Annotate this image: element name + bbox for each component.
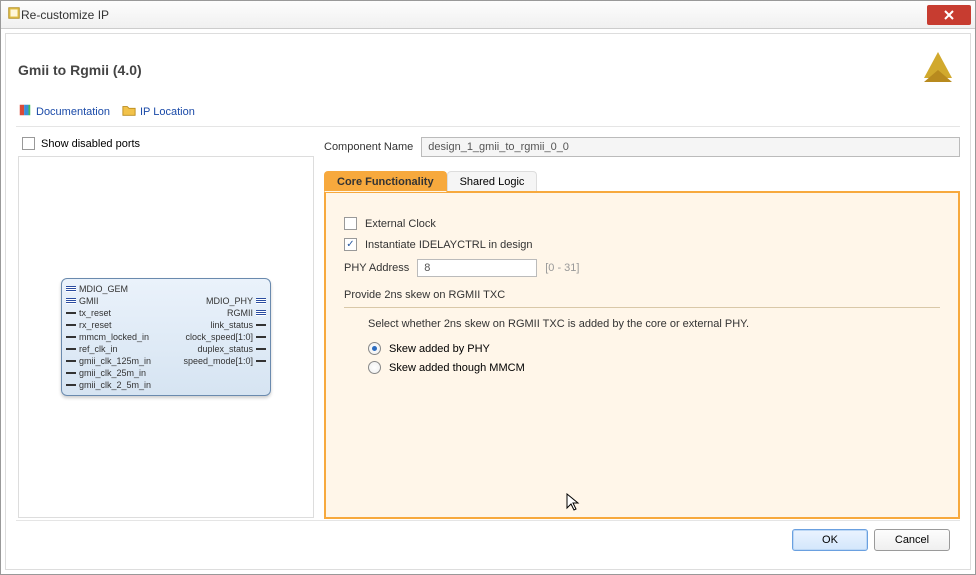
skew-phy-label: Skew added by PHY bbox=[389, 343, 490, 355]
port-left: gmii_clk_2_5m_in bbox=[79, 380, 151, 390]
external-clock-label: External Clock bbox=[365, 218, 436, 230]
skew-description: Select whether 2ns skew on RGMII TXC is … bbox=[368, 318, 940, 330]
phy-address-input[interactable] bbox=[417, 259, 537, 277]
show-disabled-label: Show disabled ports bbox=[41, 138, 140, 150]
phy-address-label: PHY Address bbox=[344, 262, 409, 274]
titlebar: Re-customize IP bbox=[1, 1, 975, 29]
right-pane: Component Name Core Functionality Shared… bbox=[324, 133, 960, 520]
port-right: MDIO_PHY bbox=[206, 296, 253, 306]
port-left: MDIO_GEM bbox=[79, 284, 128, 294]
show-disabled-row: Show disabled ports bbox=[16, 133, 316, 154]
link-toolbar: Documentation IP Location bbox=[16, 101, 960, 127]
skew-phy-radio[interactable] bbox=[368, 342, 381, 355]
dialog-footer: OK Cancel bbox=[16, 520, 960, 559]
idelayctrl-checkbox[interactable] bbox=[344, 238, 357, 251]
skew-section-header: Provide 2ns skew on RGMII TXC bbox=[344, 289, 940, 308]
component-name-row: Component Name bbox=[324, 137, 960, 157]
component-name-input[interactable] bbox=[421, 137, 960, 157]
main-area: Show disabled ports MDIO_GEM GMII MDIO_PH… bbox=[16, 133, 960, 520]
ip-symbol-viewer[interactable]: MDIO_GEM GMII MDIO_PHY tx_reset RGMII rx_r… bbox=[18, 156, 314, 518]
port-right: link_status bbox=[210, 320, 253, 330]
idelayctrl-label: Instantiate IDELAYCTRL in design bbox=[365, 239, 533, 251]
tab-core-functionality[interactable]: Core Functionality bbox=[324, 171, 447, 192]
component-name-label: Component Name bbox=[324, 141, 413, 153]
port-left: mmcm_locked_in bbox=[79, 332, 149, 342]
port-right: RGMII bbox=[227, 308, 253, 318]
port-left: ref_clk_in bbox=[79, 344, 118, 354]
tab-core-body: External Clock Instantiate IDELAYCTRL in… bbox=[324, 191, 960, 519]
phy-address-hint: [0 - 31] bbox=[545, 262, 579, 274]
tabstrip: Core Functionality Shared Logic bbox=[324, 171, 960, 192]
ip-symbol: MDIO_GEM GMII MDIO_PHY tx_reset RGMII rx_r… bbox=[61, 278, 271, 396]
port-right: clock_speed[1:0] bbox=[185, 332, 253, 342]
book-icon bbox=[18, 103, 32, 120]
port-right: speed_mode[1:0] bbox=[183, 356, 253, 366]
window-title: Re-customize IP bbox=[21, 8, 927, 22]
port-left: GMII bbox=[79, 296, 99, 306]
left-pane: Show disabled ports MDIO_GEM GMII MDIO_PH… bbox=[16, 133, 316, 520]
port-left: rx_reset bbox=[79, 320, 112, 330]
tab-shared-logic[interactable]: Shared Logic bbox=[447, 171, 538, 192]
port-left: gmii_clk_125m_in bbox=[79, 356, 151, 366]
port-left: tx_reset bbox=[79, 308, 111, 318]
dialog-window: Re-customize IP Gmii to Rgmii (4.0) Docu… bbox=[0, 0, 976, 575]
show-disabled-checkbox[interactable] bbox=[22, 137, 35, 150]
ip-location-link[interactable]: IP Location bbox=[122, 103, 195, 120]
content-area: Gmii to Rgmii (4.0) Documentation IP Loc… bbox=[5, 33, 971, 570]
external-clock-checkbox[interactable] bbox=[344, 217, 357, 230]
app-icon bbox=[7, 6, 21, 23]
ip-title: Gmii to Rgmii (4.0) bbox=[18, 62, 142, 78]
skew-mmcm-radio[interactable] bbox=[368, 361, 381, 374]
heading-row: Gmii to Rgmii (4.0) bbox=[16, 44, 960, 101]
port-right: duplex_status bbox=[197, 344, 253, 354]
cancel-button[interactable]: Cancel bbox=[874, 529, 950, 551]
close-button[interactable] bbox=[927, 5, 971, 25]
folder-icon bbox=[122, 103, 136, 120]
vendor-logo-icon bbox=[918, 48, 958, 91]
port-left: gmii_clk_25m_in bbox=[79, 368, 146, 378]
ok-button[interactable]: OK bbox=[792, 529, 868, 551]
skew-mmcm-label: Skew added though MMCM bbox=[389, 362, 525, 374]
cursor-icon bbox=[566, 493, 582, 513]
documentation-link[interactable]: Documentation bbox=[18, 103, 110, 120]
